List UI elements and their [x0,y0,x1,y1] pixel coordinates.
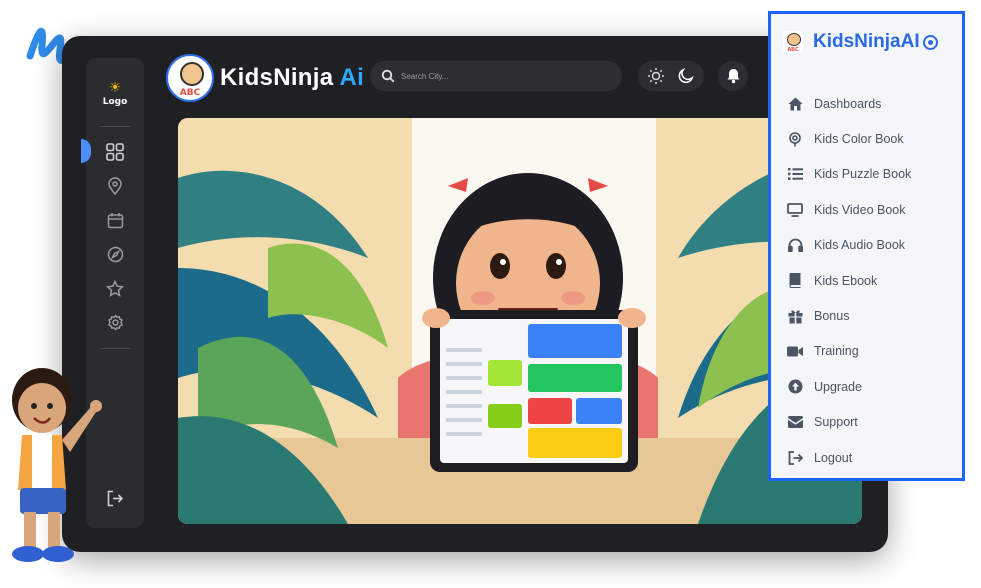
moon-icon[interactable] [676,66,696,86]
home-icon [785,94,805,114]
menu-item-training[interactable]: Training [785,334,960,369]
panel-logo-icon: ABC [783,31,803,53]
sun-icon[interactable] [646,66,666,86]
monitor-icon [785,200,805,220]
logout-icon [785,448,805,468]
rail-logo[interactable]: ☀ Logo [86,80,144,107]
rail-divider [100,126,130,127]
arrow-up-circle-icon [785,377,805,397]
menu-item-label: Training [814,344,859,359]
panel-header: ABC KidsNinjaAI [783,31,938,53]
mascot-face [787,33,801,46]
search-icon [381,69,395,83]
menu-item-label: Kids Puzzle Book [814,167,912,182]
menu-item-kids-puzzle-book[interactable]: Kids Puzzle Book [785,157,960,192]
menu-item-label: Bonus [814,309,850,324]
sidebar-menu: Dashboards Kids Color Book Kids Puzzle B… [785,86,960,475]
brand-name-ai: Ai [339,64,365,91]
brand-name-main: KidsNinja [220,64,334,91]
menu-item-label: Support [814,415,858,430]
sidebar-menu-panel: ABC KidsNinjaAI Dashboards Kids Color Bo… [768,11,965,481]
gift-icon [785,306,805,326]
menu-item-kids-audio-book[interactable]: Kids Audio Book [785,228,960,263]
color-book-icon [785,129,805,149]
menu-item-bonus[interactable]: Bonus [785,298,960,333]
menu-item-upgrade[interactable]: Upgrade [785,369,960,404]
menu-item-support[interactable]: Support [785,405,960,440]
search-bar [370,61,622,91]
theme-toggle [638,61,704,91]
calendar-icon[interactable] [103,208,127,232]
rail-logo-label: Logo [102,97,128,107]
menu-item-dashboards[interactable]: Dashboards [785,86,960,121]
panel-logo-abc: ABC [787,47,799,53]
envelope-icon [785,412,805,432]
boy-mascot-illustration [12,368,102,562]
mascot-badge: ABC [166,54,214,102]
location-pin-icon[interactable] [103,174,127,198]
menu-item-kids-ebook[interactable]: Kids Ebook [785,263,960,298]
menu-item-label: Kids Audio Book [814,238,906,253]
headphones-icon [785,235,805,255]
book-icon [785,271,805,291]
list-icon [785,164,805,184]
video-camera-icon [785,341,805,361]
search-input[interactable] [399,70,603,82]
notification-button[interactable] [718,61,748,91]
menu-item-label: Kids Video Book [814,202,906,217]
menu-item-label: Upgrade [814,379,862,394]
menu-item-label: Kids Ebook [814,273,878,288]
menu-item-label: Logout [814,450,853,465]
girl-with-tablet-illustration [178,118,862,524]
menu-item-kids-video-book[interactable]: Kids Video Book [785,192,960,227]
compass-icon[interactable] [103,242,127,266]
menu-item-label: Dashboards [814,96,882,111]
grid-icon[interactable] [103,140,127,164]
brand-name: KidsNinja Ai [220,64,364,92]
star-icon[interactable] [103,276,127,300]
rail-divider [100,348,130,349]
badge-abc: ABC [179,88,201,98]
logo-sun-icon: ☀ [108,80,122,96]
menu-item-label: Kids Color Book [814,132,904,147]
panel-title: KidsNinjaAI [813,31,920,52]
mascot-face [180,62,204,86]
menu-item-kids-color-book[interactable]: Kids Color Book [785,121,960,156]
settings-icon[interactable] [103,310,127,334]
hero-illustration [178,118,862,524]
menu-item-logout[interactable]: Logout [785,440,960,475]
sidebar-toggle-icon[interactable] [922,34,938,50]
bell-icon [727,69,739,84]
brand-logo[interactable]: ABC KidsNinja Ai [166,52,364,104]
